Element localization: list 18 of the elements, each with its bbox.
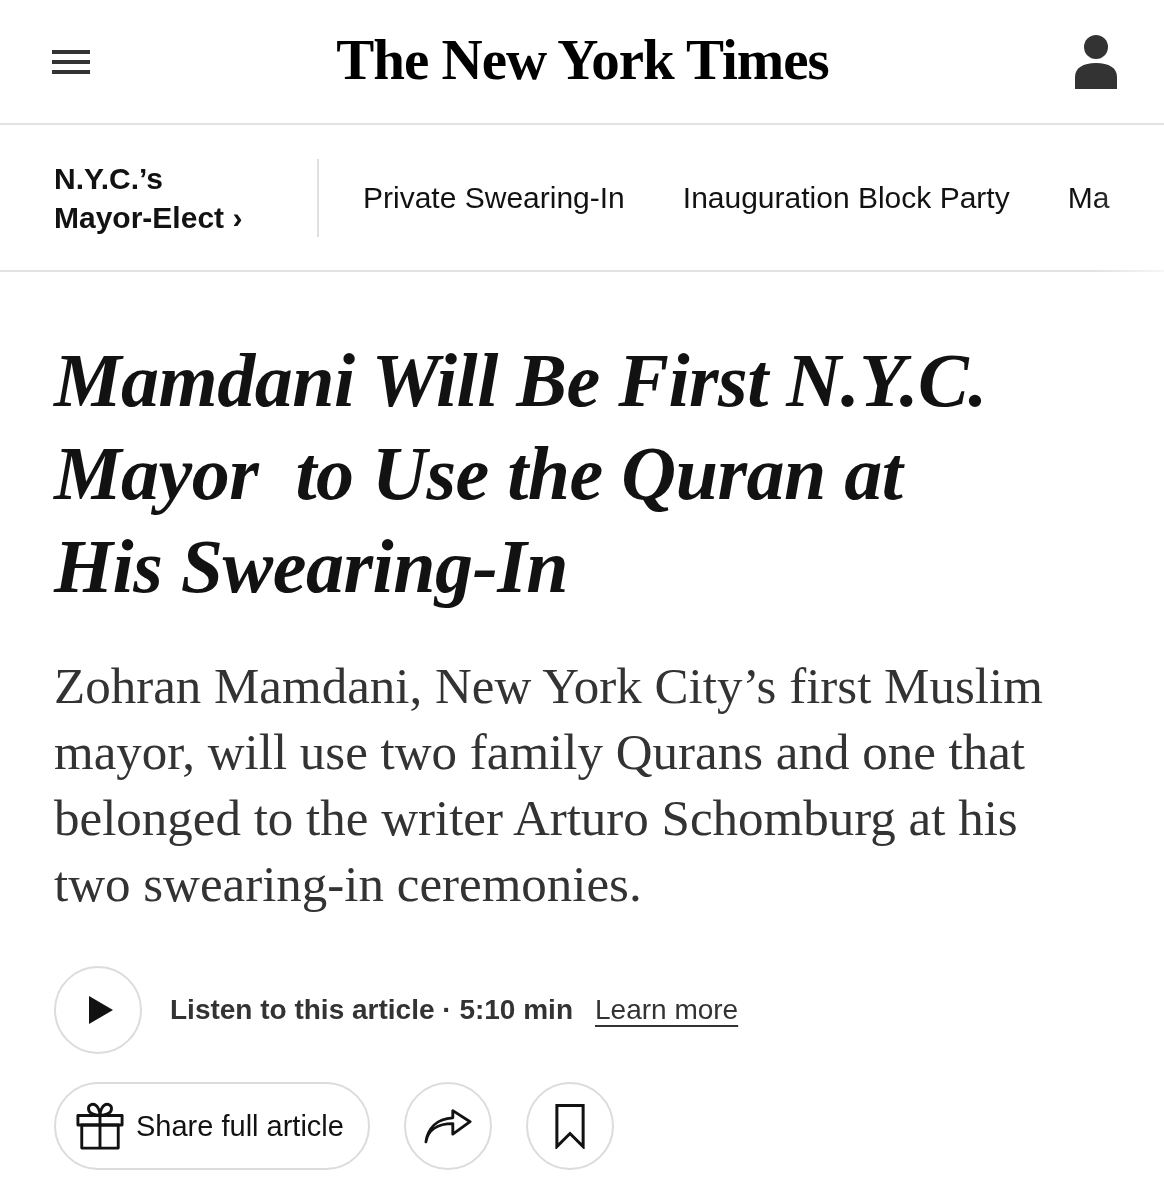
share-icon	[423, 1108, 472, 1144]
play-icon	[88, 996, 113, 1024]
menu-icon	[52, 49, 90, 74]
share-full-article-button[interactable]: Share full article	[54, 1082, 370, 1170]
headline: Mamdani Will Be First N.Y.C. Mayor to Use the Quran at His Swearing-In	[54, 337, 988, 610]
account-button[interactable]	[1075, 34, 1117, 89]
nav-link[interactable]: Ma	[1067, 180, 1110, 215]
nav-link[interactable]: Inauguration Block Party	[682, 180, 1010, 215]
logo[interactable]: The New York Times	[336, 31, 829, 88]
learn-more-link[interactable]: Learn more	[595, 994, 739, 1026]
listen-label: Listen to this article · 5:10 min	[170, 994, 573, 1026]
gift-icon	[76, 1102, 124, 1150]
bookmark-icon	[554, 1103, 585, 1149]
user-icon	[1075, 34, 1117, 89]
nav-link[interactable]: Private Swearing-In	[363, 180, 625, 215]
section-link[interactable]: N.Y.C.’s Mayor-Elect ›	[0, 158, 272, 237]
article-summary: Zohran Mamdani, New York City’s first Muslim mayor, will use two family Qurans and one that belonged to the writer Arturo Schomburg at his two swearing-in ceremonies.	[54, 657, 1044, 914]
menu-button[interactable]	[52, 49, 90, 74]
